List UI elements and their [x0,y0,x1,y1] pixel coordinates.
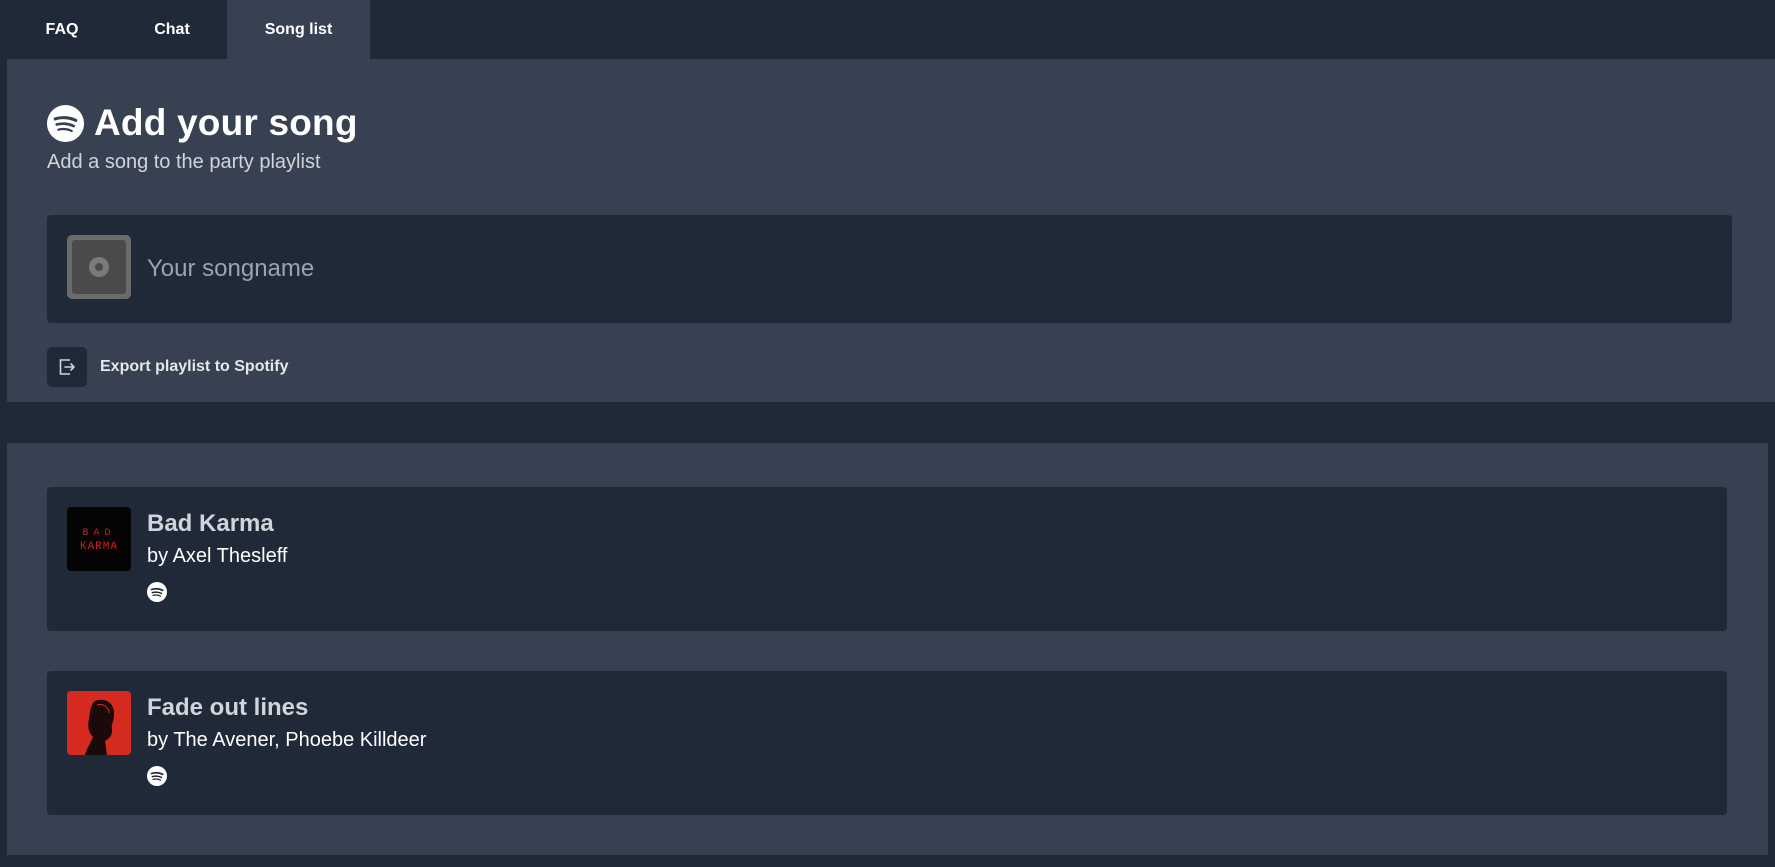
export-icon [47,347,87,387]
album-cover [67,691,131,755]
song-card: BAD KARMA Bad Karma by Axel Thesleff [47,487,1727,631]
tab-song-list[interactable]: Song list [227,0,370,59]
song-title: Fade out lines [147,694,309,721]
page-header: Add your song [47,102,358,144]
spotify-icon[interactable] [147,766,167,786]
song-title: Bad Karma [147,510,274,537]
spotify-icon [47,104,84,142]
song-list-panel: BAD KARMA Bad Karma by Axel Thesleff Fad… [7,443,1768,855]
tab-chat[interactable]: Chat [117,0,227,59]
song-artist: by The Avener, Phoebe Killdeer [147,729,427,751]
svg-text:BAD: BAD [82,528,115,539]
page-title: Add your song [94,102,358,143]
song-card: Fade out lines by The Avener, Phoebe Kil… [47,671,1727,815]
song-search-box [47,215,1732,323]
album-cover: BAD KARMA [67,507,131,571]
vinyl-record-icon [67,235,131,299]
song-name-input[interactable] [147,245,1707,293]
svg-text:KARMA: KARMA [80,541,118,553]
add-song-panel: Add your song Add a song to the party pl… [7,59,1775,402]
page-subtitle: Add a song to the party playlist [47,151,321,173]
tab-faq[interactable]: FAQ [7,0,117,59]
tab-bar: FAQ Chat Song list [7,0,370,59]
export-label: Export playlist to Spotify [100,358,289,375]
song-artist: by Axel Thesleff [147,545,288,567]
export-playlist-button[interactable]: Export playlist to Spotify [47,347,288,387]
spotify-icon[interactable] [147,582,167,602]
